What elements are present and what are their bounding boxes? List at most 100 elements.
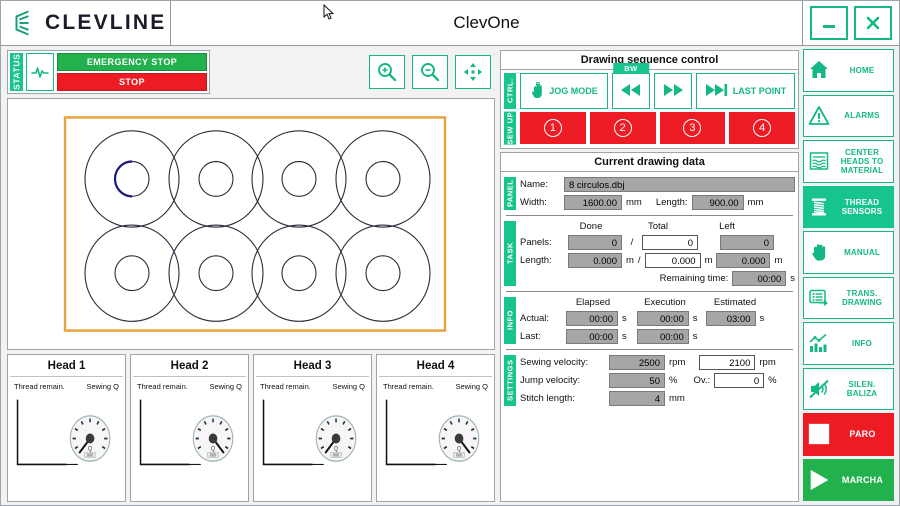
width-field: 1600.00: [564, 194, 622, 210]
sewing-velocity-target-field[interactable]: 2100: [699, 354, 756, 370]
warning-triangle-icon: [807, 105, 831, 127]
thread-remain-label: Thread remain.: [14, 382, 65, 391]
sidebar-item-silen-baliza[interactable]: SILEN. BALIZA: [803, 367, 894, 411]
head-graph: Q 000: [10, 391, 123, 499]
last-label: Last:: [520, 330, 541, 342]
brand-logo: CLEVLINE: [1, 1, 171, 45]
elapsed-header: Elapsed: [575, 296, 611, 308]
sidebar-item-label: INFO: [852, 338, 872, 348]
drawing-data-body: PANEL Name: 8 circulos.dbj Width: 1600.0…: [501, 172, 798, 501]
zoom-out-icon[interactable]: [412, 55, 448, 89]
drawing-canvas[interactable]: [7, 98, 495, 350]
actual-execution-unit: s: [692, 312, 698, 324]
last-execution-field: 00:00: [636, 328, 689, 344]
paro-button[interactable]: PARO: [803, 413, 894, 456]
left-header: Left: [719, 220, 735, 232]
head-body: Thread remain. Sewing Q Q 000: [379, 379, 492, 499]
head-graph: Q 000: [256, 391, 369, 499]
sew-up-button-3[interactable]: 3: [659, 112, 726, 144]
jog-mode-label: JOG MODE: [549, 86, 598, 96]
sew-up-number: 2: [613, 119, 632, 137]
sewing-q-label: Sewing Q: [86, 382, 119, 391]
panels-row: Panels: 0 / 0 0: [520, 234, 795, 250]
length-left-unit: m: [774, 254, 783, 266]
width-label: Width:: [520, 196, 547, 208]
actual-row: Actual: 00:00 s 00:00 s 03:00 s: [520, 310, 795, 326]
sidebar-item-manual[interactable]: MANUAL: [803, 231, 894, 274]
drawing-sequence-control-panel: Drawing sequence control CTRL. JOG MODE: [500, 50, 799, 149]
head-labels: Thread remain. Sewing Q: [133, 379, 246, 391]
stop-buttons-group: EMERGENCY STOP STOP: [57, 53, 207, 91]
sew-up-number: 3: [683, 119, 702, 137]
stitch-length-unit: mm: [669, 392, 685, 404]
actual-estimated-field: 03:00: [705, 310, 756, 326]
sidebar-item-label: MANUAL: [844, 247, 880, 257]
settings-fields: Sewing velocity: 2500 rpm 2100 rpm Jump …: [520, 354, 795, 406]
skip-to-end-icon: [705, 83, 729, 99]
main-body: STATUS EMERGENCY STOP STOP Head 1 Thread…: [1, 46, 899, 505]
clevline-logo-icon: [9, 8, 39, 38]
override-field[interactable]: 0: [714, 372, 765, 388]
thread-remain-label: Thread remain.: [383, 382, 434, 391]
fabric-roll-icon: [807, 150, 831, 172]
window-controls: [802, 1, 899, 45]
panels-total-field[interactable]: 0: [642, 234, 698, 250]
sidebar-item-thread-sensors[interactable]: THREAD SENSORS: [803, 185, 894, 229]
rewind-button[interactable]: BW: [612, 63, 650, 109]
emergency-stop-indicator[interactable]: EMERGENCY STOP: [57, 53, 207, 71]
stop-indicator[interactable]: STOP: [57, 73, 207, 91]
override-unit: %: [768, 374, 777, 386]
zoom-in-icon[interactable]: [369, 55, 405, 89]
drawing-name-field[interactable]: 8 circulos.dbj: [564, 176, 795, 192]
close-button[interactable]: [854, 6, 892, 40]
fit-to-screen-icon[interactable]: [455, 55, 491, 89]
head-labels: Thread remain. Sewing Q: [10, 379, 123, 391]
home-icon: [807, 59, 831, 81]
name-row: Name: 8 circulos.dbj: [520, 176, 795, 192]
sew-up-button-1[interactable]: 1: [520, 112, 586, 144]
sidebar-item-alarms[interactable]: ALARMS: [803, 94, 894, 138]
estimated-header: Estimated: [713, 296, 757, 308]
sewup-buttons: 1 2 3 4: [520, 112, 795, 145]
sewing-velocity-unit: rpm: [669, 356, 686, 368]
jump-velocity-row: Jump velocity: 50 % Ov.: 0 %: [520, 372, 795, 388]
sidebar-item-center-heads-to-material[interactable]: CENTER HEADS TO MATERIAL: [803, 140, 894, 183]
panel-length-unit: mm: [747, 196, 764, 208]
jog-mode-button[interactable]: JOG MODE: [520, 73, 608, 109]
head-title: Head 1: [10, 357, 123, 377]
fast-forward-button[interactable]: [654, 73, 692, 109]
gauge-value: 000: [87, 452, 94, 457]
marcha-button[interactable]: MARCHA: [803, 458, 894, 501]
marcha-label: MARCHA: [841, 474, 884, 485]
length-separator: /: [637, 254, 641, 266]
width-length-row: Width: 1600.00 mm Length: 900.00 mm: [520, 194, 795, 210]
remaining-time-label: Remaining time:: [659, 272, 729, 284]
head-card-2: Head 2 Thread remain. Sewing Q Q 000: [130, 354, 249, 502]
minimize-button[interactable]: [810, 6, 848, 40]
fast-forward-icon: [662, 83, 684, 99]
panels-left-field: 0: [720, 234, 774, 250]
jump-velocity-label: Jump velocity:: [520, 374, 581, 386]
sew-up-button-2[interactable]: 2: [589, 112, 656, 144]
thread-remain-label: Thread remain.: [260, 382, 311, 391]
heads-row: Head 1 Thread remain. Sewing Q Q 000 Hea…: [7, 354, 495, 502]
panels-done-field: 0: [568, 234, 622, 250]
middle-column: Drawing sequence control CTRL. JOG MODE: [498, 46, 801, 505]
head-body: Thread remain. Sewing Q Q 000: [256, 379, 369, 499]
name-label: Name:: [520, 178, 548, 190]
sew-up-button-4[interactable]: 4: [729, 112, 795, 144]
sequence-panel-body: CTRL. JOG MODE BW LAST POINT SEW UP 1 2 …: [501, 63, 798, 148]
window-title-area: ClevOne: [171, 1, 802, 45]
length-left-field: 0.000: [716, 252, 771, 268]
sewing-q-label: Sewing Q: [455, 382, 488, 391]
last-point-button[interactable]: LAST POINT: [696, 73, 795, 109]
sidebar-item-trans-drawing[interactable]: TRANS. DRAWING: [803, 276, 894, 320]
sidebar-item-home[interactable]: HOME: [803, 49, 894, 92]
head-card-3: Head 3 Thread remain. Sewing Q Q 000: [253, 354, 372, 502]
head-labels: Thread remain. Sewing Q: [256, 379, 369, 391]
last-elapsed-unit: s: [622, 330, 627, 342]
settings-tab-label: SETTINGS: [504, 354, 516, 406]
sidebar-item-info[interactable]: INFO: [803, 322, 894, 365]
override-label: Ov.:: [693, 374, 711, 386]
length-total-field[interactable]: 0.000: [644, 252, 701, 268]
